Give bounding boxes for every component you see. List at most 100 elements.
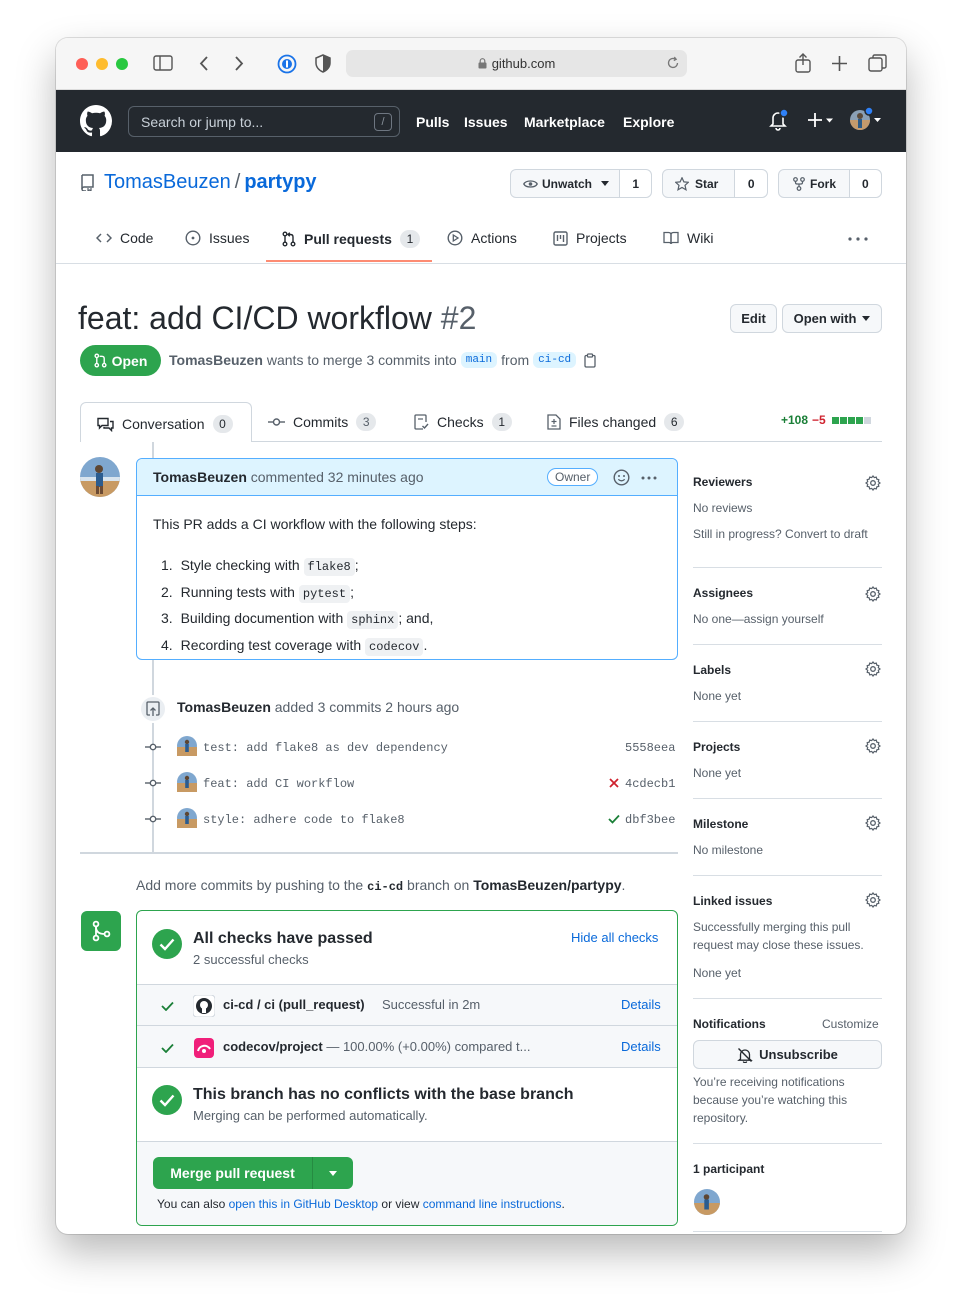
merge-method-dropdown[interactable] — [312, 1157, 353, 1189]
tab-wiki[interactable]: Wiki — [663, 230, 713, 246]
unwatch-button[interactable]: Unwatch 1 — [510, 169, 652, 198]
reviewers-gear-icon[interactable] — [865, 475, 881, 491]
tab-projects[interactable]: Projects — [553, 230, 627, 246]
active-tab-underline — [266, 260, 432, 262]
comment-step-list: 1. Style checking with flake8; 2. Runnin… — [161, 553, 433, 659]
pr-state-badge: Open — [80, 345, 161, 376]
commit-message-link[interactable]: style: adhere code to flake8 — [203, 813, 405, 827]
minimize-window-button[interactable] — [96, 58, 108, 70]
privacy-shield-icon[interactable] — [315, 54, 331, 73]
tab-actions[interactable]: Actions — [447, 230, 517, 246]
labels-gear-icon[interactable] — [865, 661, 881, 677]
projects-gear-icon[interactable] — [865, 738, 881, 754]
close-window-button[interactable] — [76, 58, 88, 70]
more-tabs-icon[interactable] — [848, 237, 868, 241]
commit-sha-link[interactable]: 5558eea — [625, 741, 675, 755]
commit-author-avatar[interactable] — [177, 808, 197, 828]
comment-author-avatar[interactable] — [80, 457, 120, 497]
copy-icon[interactable] — [584, 352, 596, 368]
book-icon — [663, 231, 679, 245]
linked-issues-text-2: request may close these issues. — [693, 938, 864, 952]
tab-pull-requests[interactable]: Pull requests 1 — [282, 230, 420, 248]
milestone-heading[interactable]: Milestone — [693, 817, 748, 831]
edit-title-button[interactable]: Edit — [730, 304, 777, 333]
command-line-instructions-link[interactable]: command line instructions — [423, 1197, 562, 1211]
pr-tab-files-changed[interactable]: Files changed 6 — [547, 413, 685, 431]
assignees-gear-icon[interactable] — [865, 586, 881, 602]
back-icon[interactable] — [198, 55, 210, 72]
hide-all-checks-link[interactable]: Hide all checks — [571, 930, 658, 945]
check-details-link[interactable]: Details — [621, 1039, 661, 1054]
commit-sha-link[interactable]: 4cdecb1 — [625, 777, 675, 791]
commits-event-author[interactable]: TomasBeuzen — [177, 699, 271, 715]
commit-message-link[interactable]: feat: add CI workflow — [203, 777, 354, 791]
add-reaction-icon[interactable] — [613, 469, 630, 486]
commit-author-avatar[interactable] — [177, 736, 197, 756]
commit-author-avatar[interactable] — [177, 772, 197, 792]
comment-options-icon[interactable] — [641, 476, 657, 480]
assignees-heading[interactable]: Assignees — [693, 586, 753, 600]
fork-count[interactable]: 0 — [848, 170, 881, 197]
open-with-button[interactable]: Open with — [782, 304, 882, 333]
labels-heading[interactable]: Labels — [693, 663, 731, 677]
commits-event-meta: added 3 commits 2 hours ago — [274, 699, 460, 715]
diffstat-deletions: −5 — [812, 413, 826, 427]
linked-issues-heading[interactable]: Linked issues — [693, 894, 772, 908]
unsubscribe-button[interactable]: Unsubscribe — [693, 1040, 882, 1069]
milestone-gear-icon[interactable] — [865, 815, 881, 831]
search-input[interactable]: Search or jump to... / — [128, 106, 400, 137]
convert-to-draft-link[interactable]: Still in progress? Convert to draft — [693, 527, 868, 541]
star-count[interactable]: 0 — [734, 170, 767, 197]
nav-explore[interactable]: Explore — [623, 114, 674, 130]
comment-author-link[interactable]: TomasBeuzen — [153, 469, 247, 485]
customize-notifications-link[interactable]: Customize — [822, 1017, 879, 1031]
repo-owner-link[interactable]: TomasBeuzen — [104, 171, 231, 193]
fork-button[interactable]: Fork 0 — [778, 169, 882, 198]
password-extension-icon[interactable] — [277, 54, 297, 74]
github-logo-icon[interactable] — [80, 105, 112, 137]
participant-avatar[interactable] — [694, 1189, 720, 1215]
nav-issues[interactable]: Issues — [464, 114, 508, 130]
base-branch[interactable]: main — [460, 352, 498, 368]
linked-issues-gear-icon[interactable] — [865, 892, 881, 908]
zoom-window-button[interactable] — [116, 58, 128, 70]
tab-code[interactable]: Code — [96, 230, 153, 246]
watch-count[interactable]: 1 — [619, 170, 651, 197]
notifications-bell-icon[interactable] — [769, 109, 789, 131]
git-merge-icon — [81, 911, 121, 951]
labels-value: None yet — [693, 689, 742, 703]
pr-author-link[interactable]: TomasBeuzen — [169, 352, 263, 368]
head-branch[interactable]: ci-cd — [533, 352, 577, 368]
nav-marketplace[interactable]: Marketplace — [524, 114, 605, 130]
open-in-desktop-link[interactable]: open this in GitHub Desktop — [229, 1197, 378, 1211]
check-details-link[interactable]: Details — [621, 997, 661, 1012]
tabs-overview-icon[interactable] — [868, 54, 887, 73]
nav-pulls[interactable]: Pulls — [416, 114, 449, 130]
reload-icon[interactable] — [666, 56, 680, 70]
diffstat: +108 −5 — [781, 413, 871, 427]
star-button[interactable]: Star 0 — [662, 169, 768, 198]
x-fail-icon[interactable] — [609, 778, 619, 788]
sidebar-toggle-icon[interactable] — [153, 55, 173, 71]
comment-meta[interactable]: commented 32 minutes ago — [251, 469, 424, 485]
pr-tab-commits[interactable]: Commits 3 — [268, 413, 377, 431]
assign-yourself-link[interactable]: No one—assign yourself — [693, 612, 824, 626]
forward-icon[interactable] — [233, 55, 245, 72]
user-avatar-menu[interactable] — [848, 106, 884, 134]
pr-tab-checks[interactable]: Checks 1 — [414, 413, 512, 431]
create-new-plus-icon[interactable] — [808, 112, 836, 128]
commit-sha-link[interactable]: dbf3bee — [625, 813, 675, 827]
reviewers-heading[interactable]: Reviewers — [693, 475, 752, 489]
projects-heading[interactable]: Projects — [693, 740, 740, 754]
address-bar[interactable]: github.com — [346, 50, 687, 77]
pr-tab-conversation[interactable]: Conversation 0 — [80, 402, 252, 442]
github-actions-logo-icon — [193, 995, 215, 1017]
new-tab-icon[interactable] — [832, 56, 847, 71]
merge-pull-request-button[interactable]: Merge pull request — [153, 1157, 353, 1189]
share-icon[interactable] — [794, 53, 812, 73]
push-hint-repo[interactable]: TomasBeuzen/partypy — [473, 877, 621, 893]
repo-name-link[interactable]: partypy — [244, 171, 316, 193]
commit-message-link[interactable]: test: add flake8 as dev dependency — [203, 741, 448, 755]
tab-issues[interactable]: Issues — [185, 230, 249, 246]
check-pass-icon[interactable] — [608, 814, 620, 824]
